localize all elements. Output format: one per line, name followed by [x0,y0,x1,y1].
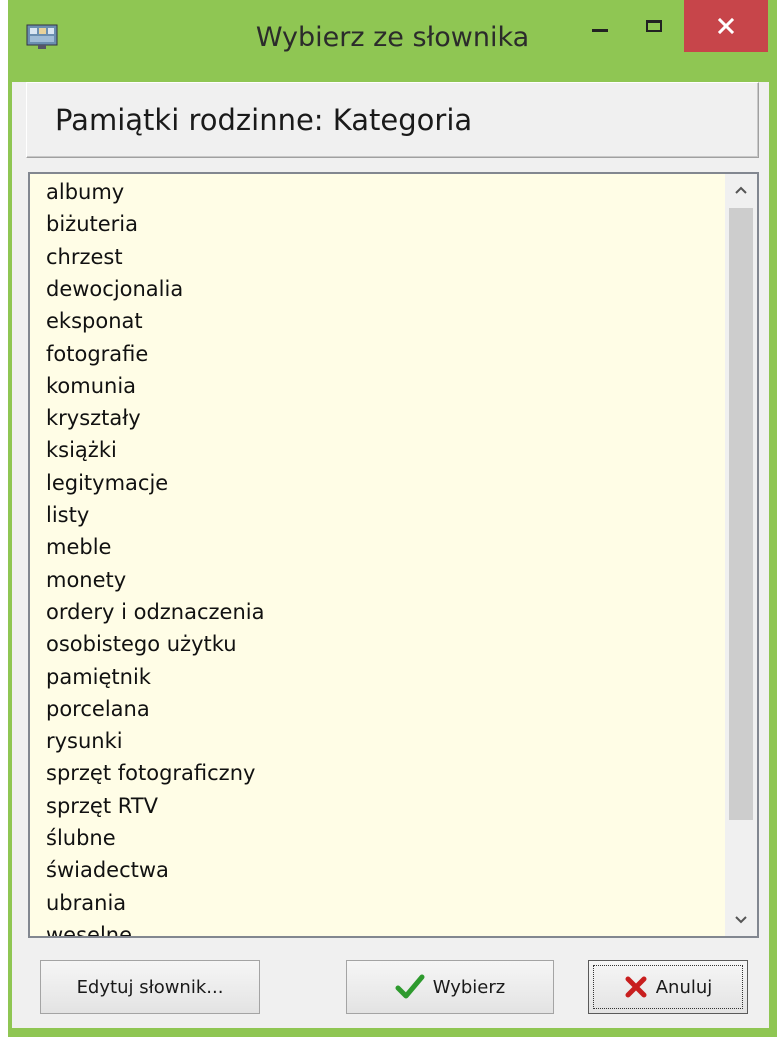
list-item[interactable]: legitymacje [46,467,168,499]
dialog-client-area: Pamiątki rodzinne: Kategoria albumy biżut… [12,82,769,1028]
list-item[interactable]: pamiętnik [46,661,151,693]
chevron-up-icon [735,186,747,194]
scroll-thumb[interactable] [729,208,753,820]
maximize-icon [646,20,662,32]
list-item[interactable]: ordery i odznaczenia [46,596,265,628]
list-item[interactable]: rysunki [46,725,123,757]
list-item[interactable]: osobistego użytku [46,628,237,660]
list-item[interactable]: sprzęt fotograficzny [46,757,255,789]
list-item[interactable]: kryształy [46,402,141,434]
list-item[interactable]: eksponat [46,305,143,337]
category-list[interactable]: albumy biżuteria chrzest dewocjonalia ekspon… [30,174,725,936]
category-listbox[interactable]: albumy biżuteria chrzest dewocjonalia ekspon… [28,172,759,938]
list-item[interactable]: meble [46,531,111,563]
close-button[interactable] [684,0,768,52]
checkmark-icon [395,974,425,1000]
list-item[interactable]: sprzęt RTV [46,790,158,822]
list-item[interactable]: dewocjonalia [46,273,183,305]
list-item[interactable]: ubrania [46,887,126,919]
choose-button[interactable]: Wybierz [346,960,554,1014]
list-item[interactable]: porcelana [46,693,150,725]
minimize-icon [592,28,608,32]
header-panel: Pamiątki rodzinne: Kategoria [26,82,759,158]
list-item[interactable]: chrzest [46,241,123,273]
list-item[interactable]: listy [46,499,89,531]
vertical-scrollbar[interactable] [725,174,757,936]
dictionary-title: Pamiątki rodzinne: Kategoria [55,103,473,137]
chevron-down-icon [735,916,747,924]
minimize-button[interactable] [576,0,624,52]
edit-dictionary-label: Edytuj słownik... [76,976,224,998]
cancel-button[interactable]: Anuluj [588,960,748,1014]
edit-dictionary-button[interactable]: Edytuj słownik... [40,960,260,1014]
list-item[interactable]: komunia [46,370,136,402]
list-item[interactable]: ślubne [46,822,116,854]
title-bar[interactable]: Wybierz ze słownika [8,0,777,80]
dialog-window: Wybierz ze słownika Pamiątki rodzinne: K… [8,0,777,1037]
list-item[interactable]: biżuteria [46,208,138,240]
scroll-down-button[interactable] [725,904,757,936]
focus-rectangle [593,965,743,1009]
choose-label: Wybierz [432,976,506,998]
list-item[interactable]: świadectwa [46,854,169,886]
list-item[interactable]: fotografie [46,338,148,370]
list-item[interactable]: albumy [46,176,124,208]
scroll-up-button[interactable] [725,174,757,206]
list-item[interactable]: weselne [46,919,132,936]
list-item[interactable]: książki [46,434,117,466]
maximize-button[interactable] [630,0,678,52]
list-item[interactable]: monety [46,564,126,596]
close-icon [717,17,735,35]
